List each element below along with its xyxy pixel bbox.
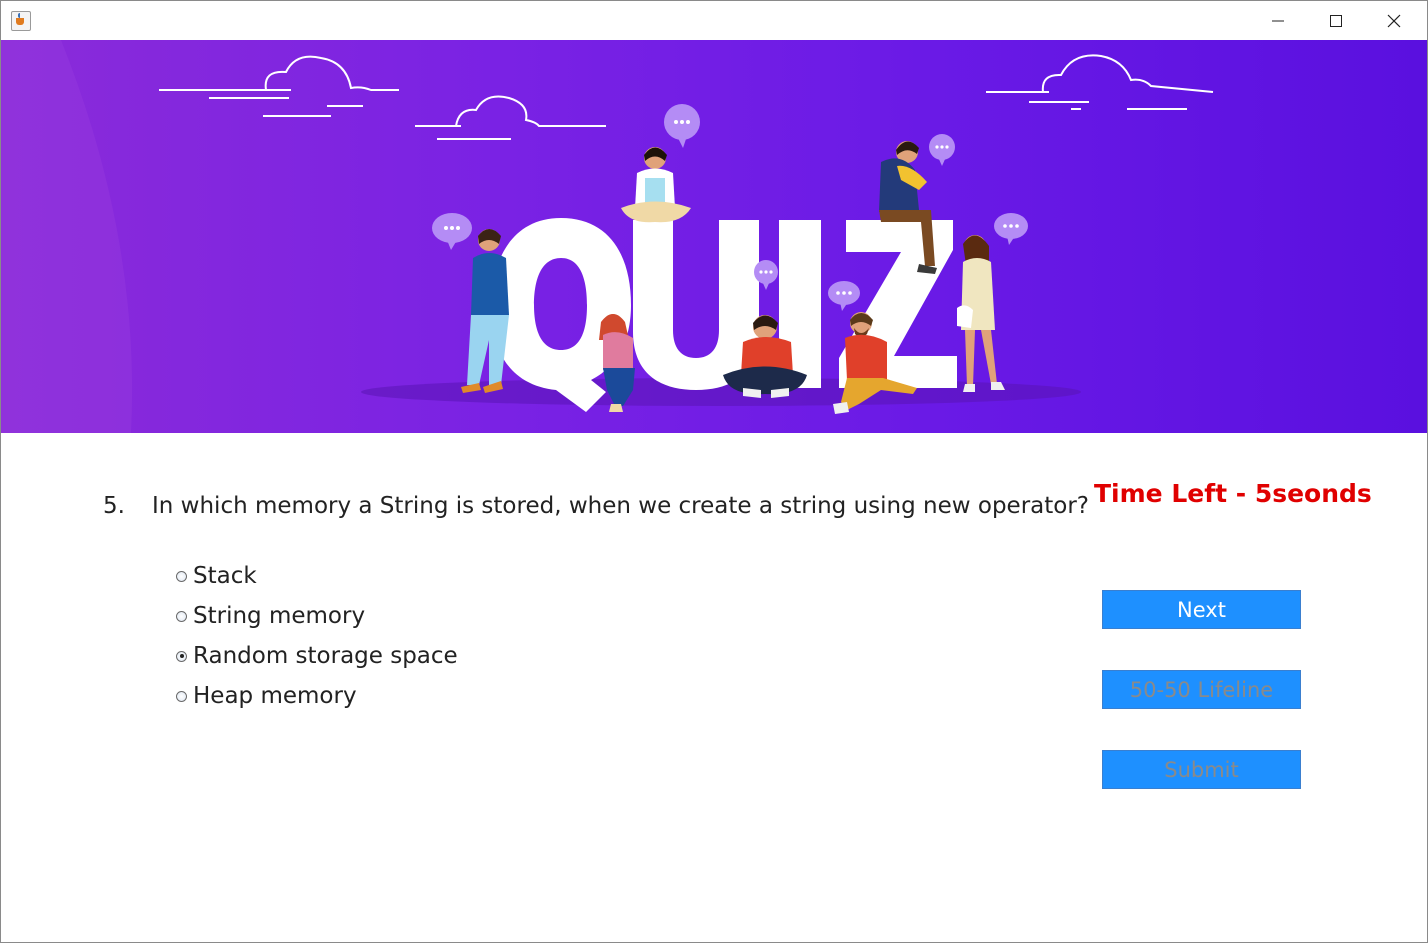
quiz-window: 5. In which memory a String is stored, w… xyxy=(0,0,1428,943)
cloud-left xyxy=(159,55,399,117)
minimize-icon xyxy=(1272,20,1284,22)
java-app-icon xyxy=(11,11,31,31)
radio-button[interactable] xyxy=(176,610,187,622)
bubble-top-right xyxy=(929,134,955,166)
option-label: Random storage space xyxy=(193,643,458,669)
radio-button[interactable] xyxy=(176,570,187,582)
option-string-memory[interactable]: String memory xyxy=(176,601,365,631)
question-number: 5. xyxy=(103,493,125,519)
minimize-button[interactable] xyxy=(1249,1,1307,40)
radio-button-selected[interactable] xyxy=(176,650,187,662)
option-heap-memory[interactable]: Heap memory xyxy=(176,681,357,711)
submit-button[interactable]: Submit xyxy=(1102,750,1301,789)
option-label: Heap memory xyxy=(193,683,357,709)
option-label: Stack xyxy=(193,563,257,589)
cloud-right xyxy=(986,54,1214,110)
person-standing-left xyxy=(461,229,509,393)
fifty-fifty-lifeline-button[interactable]: 50-50 Lifeline xyxy=(1102,670,1301,709)
title-bar xyxy=(1,1,1427,40)
maximize-button[interactable] xyxy=(1307,1,1365,40)
bubble-mid-right xyxy=(828,281,860,311)
maximize-icon xyxy=(1330,15,1342,27)
option-stack[interactable]: Stack xyxy=(176,561,257,591)
bubble-top-center xyxy=(664,104,700,148)
person-standing-right xyxy=(957,235,1005,392)
bubble-left xyxy=(432,213,472,250)
radio-button[interactable] xyxy=(176,690,187,702)
option-random-storage-space[interactable]: Random storage space xyxy=(176,641,458,671)
question-text: In which memory a String is stored, when… xyxy=(152,493,1090,519)
quiz-banner xyxy=(1,40,1427,433)
next-button[interactable]: Next xyxy=(1102,590,1301,629)
close-button[interactable] xyxy=(1365,1,1423,40)
cloud-middle xyxy=(415,95,606,140)
time-left-label: Time Left - 5seonds xyxy=(1094,479,1372,508)
quiz-banner-illustration xyxy=(1,40,1214,433)
person-sitting-top xyxy=(621,147,691,223)
option-label: String memory xyxy=(193,603,366,629)
close-icon xyxy=(1387,14,1401,28)
bubble-right xyxy=(994,213,1028,245)
